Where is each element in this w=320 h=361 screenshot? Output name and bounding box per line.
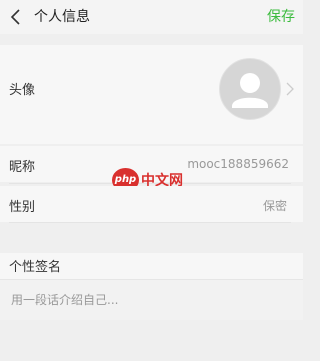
nickname-label: 昵称: [9, 160, 36, 175]
avatar-label: 头像: [9, 83, 36, 98]
signature-label: 个性签名: [9, 260, 62, 275]
signature-label-row: 个性签名: [0, 253, 303, 279]
signature-input[interactable]: 用一段话介绍自己...: [0, 279, 303, 320]
back-arrow-icon[interactable]: [9, 9, 23, 25]
save-button[interactable]: 保存: [267, 8, 295, 26]
nickname-value: mooc188859662: [187, 157, 289, 171]
gender-row[interactable]: 性别 保密: [0, 186, 303, 222]
top-navigation-bar: 个人信息 保存: [0, 0, 303, 34]
avatar-row[interactable]: 头像: [0, 45, 303, 144]
signature-placeholder: 用一段话介绍自己...: [11, 293, 119, 307]
chevron-right-icon: [286, 82, 294, 96]
divider: [9, 222, 291, 223]
gender-label: 性别: [9, 200, 36, 215]
avatar[interactable]: [219, 58, 281, 120]
gender-value: 保密: [262, 199, 287, 213]
section-gap: [0, 34, 303, 45]
page-title: 个人信息: [34, 9, 90, 25]
user-placeholder-icon: [232, 73, 268, 108]
